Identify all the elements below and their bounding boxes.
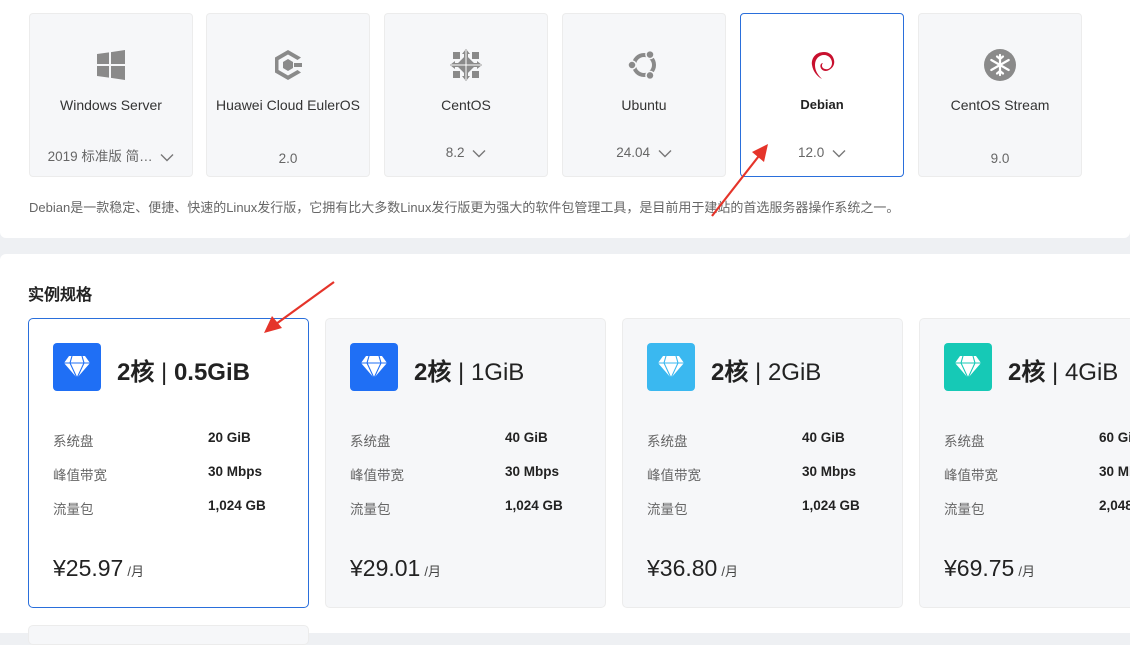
disk-value: 20 GiB (208, 430, 251, 445)
disk-label: 系统盘 (944, 434, 985, 449)
traffic-label: 流量包 (944, 502, 985, 517)
bandwidth-label: 峰值带宽 (350, 468, 404, 483)
os-version-select[interactable]: 24.04 (563, 145, 725, 160)
spec-card[interactable]: 2核 | 4GiB 系统盘 60 GiB 峰值带宽 30 Mbps 流量包 2,… (919, 318, 1130, 608)
spec-card[interactable]: 2核 | 1GiB 系统盘 40 GiB 峰值带宽 30 Mbps 流量包 1,… (325, 318, 606, 608)
os-version: 9.0 (990, 151, 1010, 166)
bandwidth-label: 峰值带宽 (647, 468, 701, 483)
disk-label: 系统盘 (647, 434, 688, 449)
chevron-down-icon (160, 153, 174, 162)
bandwidth-value: 30 Mbps (505, 464, 560, 479)
os-card-windows[interactable]: Windows Server 2019 标准版 简… (29, 13, 193, 177)
bandwidth-value: 30 Mbps (208, 464, 263, 479)
bandwidth-value: 30 Mbps (1099, 464, 1130, 479)
spec-card[interactable]: 2核 | 0.5GiB 系统盘 20 GiB 峰值带宽 30 Mbps 流量包 … (28, 318, 309, 608)
diamond-icon (350, 343, 398, 391)
os-card-euleros[interactable]: Huawei Cloud EulerOS 2.0 (206, 13, 370, 177)
traffic-value: 1,024 GB (802, 498, 860, 513)
traffic-label: 流量包 (350, 502, 391, 517)
os-card-centos-stream[interactable]: CentOS Stream 9.0 (918, 13, 1082, 177)
spec-panel: 实例规格 2核 | 0.5GiB 系统盘 20 GiB 峰值带宽 30 Mbps… (0, 254, 1130, 633)
os-version-select[interactable]: 8.2 (385, 145, 547, 160)
price: ¥69.75/月 (944, 555, 1035, 581)
chevron-down-icon (832, 149, 846, 158)
disk-label: 系统盘 (53, 434, 94, 449)
chevron-down-icon (658, 149, 672, 158)
bandwidth-label: 峰值带宽 (944, 468, 998, 483)
disk-value: 60 GiB (1099, 430, 1130, 445)
traffic-value: 1,024 GB (208, 498, 266, 513)
traffic-label: 流量包 (53, 502, 94, 517)
bandwidth-value: 30 Mbps (802, 464, 857, 479)
diamond-icon (944, 343, 992, 391)
os-name: Ubuntu (621, 97, 667, 113)
os-version: 2.0 (278, 151, 298, 166)
disk-label: 系统盘 (350, 434, 391, 449)
chevron-down-icon (472, 149, 486, 158)
disk-value: 40 GiB (802, 430, 845, 445)
spec-card[interactable]: 2核 | 2GiB 系统盘 40 GiB 峰值带宽 30 Mbps 流量包 1,… (622, 318, 903, 608)
os-name: Huawei Cloud EulerOS (216, 97, 360, 113)
spec-title: 2核 | 4GiB (1008, 359, 1119, 386)
traffic-label: 流量包 (647, 502, 688, 517)
spec-title: 2核 | 1GiB (414, 359, 525, 386)
spec-card-next[interactable] (28, 625, 309, 645)
os-name: CentOS Stream (950, 97, 1050, 113)
diamond-icon (647, 343, 695, 391)
price: ¥36.80/月 (647, 555, 738, 581)
section-title: 实例规格 (28, 287, 93, 304)
os-name: Debian (800, 97, 844, 112)
os-description: Debian是一款稳定、便捷、快速的Linux发行版，它拥有比大多数Linux发… (29, 200, 900, 215)
price: ¥25.97/月 (53, 555, 144, 581)
ubuntu-icon (627, 49, 656, 81)
spec-title: 2核 | 2GiB (711, 359, 822, 386)
os-card-ubuntu[interactable]: Ubuntu 24.04 (562, 13, 726, 177)
os-card-debian[interactable]: Debian 12.0 (740, 13, 904, 177)
bandwidth-label: 峰值带宽 (53, 468, 107, 483)
traffic-value: 2,048 GB (1099, 498, 1130, 513)
disk-value: 40 GiB (505, 430, 548, 445)
centos-stream-icon (984, 49, 1016, 81)
euleros-icon (275, 50, 302, 80)
windows-icon (97, 50, 125, 80)
spec-title: 2核 | 0.5GiB (117, 359, 250, 386)
os-card-centos[interactable]: CentOS 8.2 (384, 13, 548, 177)
os-version-select[interactable]: 12.0 (741, 145, 903, 160)
diamond-icon (53, 343, 101, 391)
debian-icon (811, 52, 835, 79)
traffic-value: 1,024 GB (505, 498, 563, 513)
os-panel: Windows Server 2019 标准版 简… Huawei Cloud … (0, 0, 1130, 238)
price: ¥29.01/月 (350, 555, 441, 581)
os-name: CentOS (441, 97, 491, 113)
centos-icon (450, 49, 482, 81)
os-name: Windows Server (60, 97, 162, 113)
os-version-select[interactable]: 2019 标准版 简… (30, 145, 192, 165)
